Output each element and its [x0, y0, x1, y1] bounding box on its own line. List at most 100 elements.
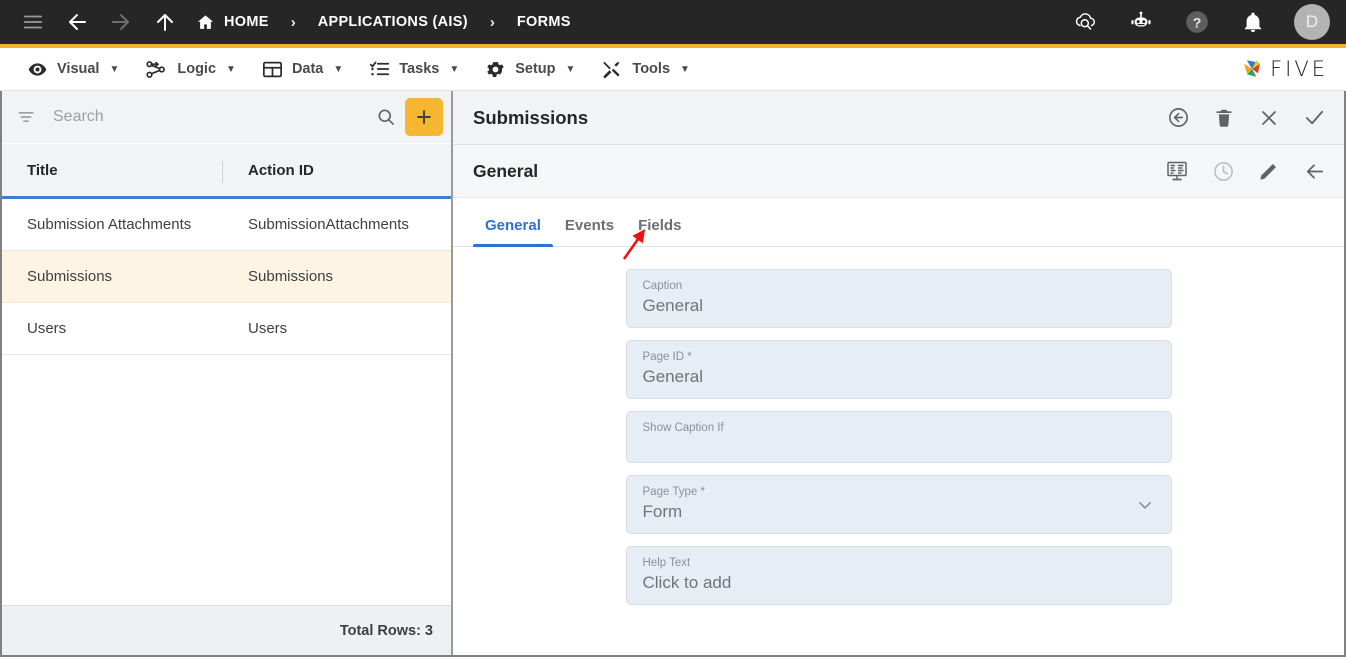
forward-arrow-icon[interactable] — [106, 7, 136, 37]
cell-action-id: Users — [223, 320, 451, 337]
detail-header-actions — [1167, 106, 1326, 129]
breadcrumb-separator: › — [490, 14, 495, 31]
back-arrow-icon[interactable] — [1303, 160, 1326, 183]
menu-label: Visual — [57, 61, 99, 77]
display-preview-icon[interactable] — [1165, 159, 1189, 183]
help-question-icon[interactable]: ? — [1182, 7, 1212, 37]
tasks-checklist-icon — [369, 59, 390, 79]
field-show-caption-if[interactable]: Show Caption If — [626, 411, 1172, 463]
up-arrow-icon[interactable] — [150, 7, 180, 37]
table-row[interactable]: Submission Attachments SubmissionAttachm… — [2, 199, 451, 251]
cell-title: Submission Attachments — [2, 216, 223, 233]
chevron-down-icon: ▼ — [109, 64, 119, 75]
tools-wrench-icon — [601, 59, 623, 80]
field-value: Form — [643, 501, 1155, 523]
menu-item-logic[interactable]: Logic ▼ — [132, 48, 249, 90]
search-input[interactable] — [36, 108, 367, 126]
search-icon[interactable] — [367, 107, 405, 127]
notification-bell-icon[interactable] — [1238, 7, 1268, 37]
data-grid-icon — [262, 60, 283, 79]
tab-general[interactable]: General — [473, 217, 553, 246]
breadcrumb-label: HOME — [224, 14, 269, 30]
forms-list-panel: Title Action ID Submission Attachments S… — [2, 91, 453, 655]
table-row[interactable]: Users Users — [2, 303, 451, 355]
menu-label: Data — [292, 61, 323, 77]
svg-text:?: ? — [1193, 14, 1202, 30]
breadcrumb-label: FORMS — [517, 14, 571, 30]
five-logo: FIVE — [1239, 56, 1328, 82]
confirm-check-icon[interactable] — [1303, 106, 1326, 129]
robot-assistant-icon[interactable] — [1126, 7, 1156, 37]
gear-icon — [485, 59, 506, 80]
field-value: General — [643, 295, 1155, 317]
table-body: Submission Attachments SubmissionAttachm… — [2, 199, 451, 605]
chevron-down-icon: ▼ — [226, 64, 236, 75]
cell-action-id: Submissions — [223, 268, 451, 285]
detail-panel: Submissions — [453, 91, 1344, 655]
field-page-id[interactable]: Page ID * General — [626, 340, 1172, 399]
menu-label: Tools — [632, 61, 670, 77]
menu-item-setup[interactable]: Setup ▼ — [472, 48, 588, 90]
back-arrow-icon[interactable] — [62, 7, 92, 37]
eye-icon — [27, 59, 48, 80]
chevron-down-icon: ▼ — [333, 64, 343, 75]
avatar[interactable]: D — [1294, 4, 1330, 40]
breadcrumb: HOME › APPLICATIONS (AIS) › FORMS — [196, 13, 571, 32]
column-header-title[interactable]: Title — [2, 144, 223, 196]
field-caption[interactable]: Caption General — [626, 269, 1172, 328]
home-icon — [196, 13, 215, 32]
topbar-actions: ? D — [1070, 4, 1330, 40]
menu-item-tools[interactable]: Tools ▼ — [588, 48, 703, 90]
five-pinwheel-icon — [1239, 56, 1265, 82]
breadcrumb-item-home[interactable]: HOME — [196, 13, 269, 32]
filter-icon[interactable] — [16, 107, 36, 127]
table-header-row: Title Action ID — [2, 144, 451, 199]
field-help-text[interactable]: Help Text Click to add — [626, 546, 1172, 605]
search-bar — [2, 91, 451, 144]
tab-fields[interactable]: Fields — [626, 217, 693, 246]
breadcrumb-separator: › — [291, 14, 296, 31]
cloud-search-icon[interactable] — [1070, 7, 1100, 37]
main-menu-bar: Visual ▼ Logic ▼ Data ▼ — [0, 48, 1346, 91]
breadcrumb-label: APPLICATIONS (AIS) — [318, 14, 468, 30]
cell-title: Submissions — [2, 268, 223, 285]
detail-panel-header: Submissions — [453, 91, 1344, 145]
menu-label: Setup — [515, 61, 555, 77]
page-title: Submissions — [473, 107, 588, 129]
close-x-icon[interactable] — [1258, 107, 1280, 129]
breadcrumb-item-applications[interactable]: APPLICATIONS (AIS) — [318, 14, 468, 30]
field-page-type[interactable]: Page Type * Form — [626, 475, 1172, 534]
detail-tabs: General Events Fields — [453, 198, 1344, 247]
chevron-down-icon: ▼ — [680, 64, 690, 75]
history-clock-icon[interactable] — [1212, 160, 1235, 183]
total-rows-label: Total Rows: 3 — [340, 623, 433, 639]
menu-item-data[interactable]: Data ▼ — [249, 48, 356, 90]
field-label: Show Caption If — [643, 421, 1155, 435]
delete-trash-icon[interactable] — [1213, 107, 1235, 129]
menu-item-tasks[interactable]: Tasks ▼ — [356, 48, 472, 90]
column-header-action-id[interactable]: Action ID — [223, 144, 451, 196]
hamburger-menu-icon[interactable] — [18, 7, 48, 37]
menu-label: Logic — [177, 61, 216, 77]
breadcrumb-item-forms[interactable]: FORMS — [517, 14, 571, 30]
field-value: Click to add — [643, 572, 1155, 594]
field-label: Page Type * — [643, 485, 1155, 499]
general-form: Caption General Page ID * General Show C… — [453, 247, 1344, 655]
chevron-down-icon[interactable] — [1135, 495, 1155, 515]
menu-item-visual[interactable]: Visual ▼ — [14, 48, 132, 90]
cell-action-id: SubmissionAttachments — [223, 216, 451, 233]
revert-icon[interactable] — [1167, 106, 1190, 129]
section-header: General — [453, 145, 1344, 198]
menu-label: Tasks — [399, 61, 439, 77]
table-row[interactable]: Submissions Submissions — [2, 251, 451, 303]
add-record-button[interactable] — [405, 98, 443, 136]
tab-events[interactable]: Events — [553, 217, 626, 246]
top-navigation-bar: HOME › APPLICATIONS (AIS) › FORMS — [0, 0, 1346, 48]
field-label: Caption — [643, 279, 1155, 293]
field-label: Help Text — [643, 556, 1155, 570]
main-content-area: Title Action ID Submission Attachments S… — [0, 91, 1346, 657]
edit-pencil-icon[interactable] — [1258, 160, 1280, 182]
field-value: General — [643, 366, 1155, 388]
section-header-actions — [1165, 159, 1326, 183]
avatar-initial: D — [1306, 12, 1318, 32]
